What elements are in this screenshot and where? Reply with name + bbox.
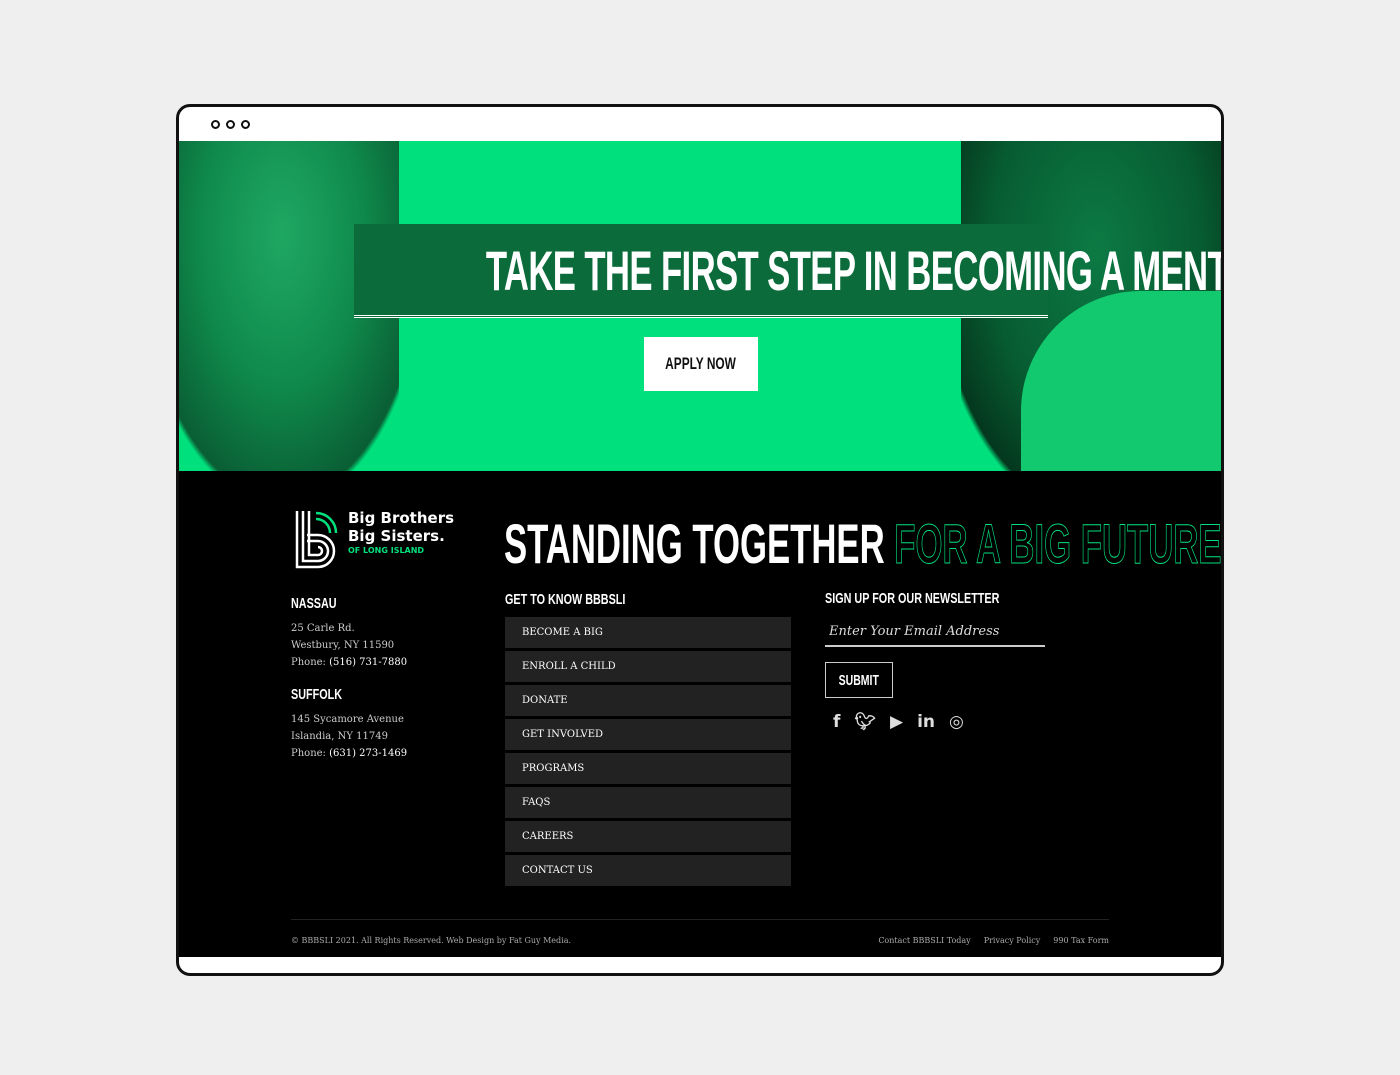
brand-line3: OF LONG ISLAND — [348, 546, 425, 555]
nav-programs[interactable]: PROGRAMS — [505, 753, 791, 784]
nav-title: GET TO KNOW BBBSLI — [505, 591, 626, 608]
location-street: 145 Sycamore Avenue — [291, 714, 404, 725]
headline-green: FOR A BIG FUTURE — [894, 512, 1222, 576]
window-dot[interactable] — [241, 120, 250, 129]
location-city: Westbury, NY 11590 — [291, 640, 395, 651]
bottom-links: Contact BBBSLI Today Privacy Policy 990 … — [878, 936, 1109, 945]
facebook-icon[interactable]: f — [833, 712, 840, 732]
footer-headline: STANDING TOGETHER FOR A BIG FUTURE — [504, 511, 1222, 576]
window-dot[interactable] — [226, 120, 235, 129]
email-input[interactable] — [825, 617, 1045, 647]
location-name: SUFFOLK — [291, 686, 342, 703]
browser-window: TAKE THE FIRST STEP IN BECOMING A MENTOR… — [176, 104, 1224, 976]
submit-button[interactable]: SUBMIT — [825, 662, 893, 698]
headline-white: STANDING TOGETHER — [504, 512, 885, 575]
tax-form-link[interactable]: 990 Tax Form — [1053, 936, 1109, 945]
newsletter-title: SIGN UP FOR OUR NEWSLETTER — [825, 590, 1000, 607]
brand-line1: Big Brothers — [348, 509, 455, 527]
window-dot[interactable] — [211, 120, 220, 129]
window-controls — [211, 120, 250, 129]
linkedin-icon[interactable]: in — [917, 712, 935, 732]
location-name: NASSAU — [291, 595, 337, 612]
location-nassau: NASSAU 25 Carle Rd. Westbury, NY 11590 P… — [291, 595, 407, 671]
submit-label: SUBMIT — [838, 671, 880, 689]
location-street: 25 Carle Rd. — [291, 623, 355, 634]
phone-link[interactable]: (631) 273-1469 — [329, 748, 407, 759]
twitter-icon[interactable]: 🐦︎ — [854, 712, 876, 732]
brand-line2: Big Sisters. — [348, 527, 445, 545]
copyright: © BBBSLI 2021. All Rights Reserved. Web … — [291, 936, 571, 945]
hero-title-box: TAKE THE FIRST STEP IN BECOMING A MENTOR — [354, 224, 1221, 318]
nav-become-a-big[interactable]: BECOME A BIG — [505, 617, 791, 648]
social-links: f 🐦︎ ▶ in ◎ — [833, 712, 1067, 732]
footer-divider — [291, 919, 1109, 920]
nav-contact-us[interactable]: CONTACT US — [505, 855, 791, 886]
youtube-icon[interactable]: ▶ — [890, 712, 903, 732]
instagram-icon[interactable]: ◎ — [949, 712, 964, 732]
location-suffolk: SUFFOLK 145 Sycamore Avenue Islandia, NY… — [291, 686, 407, 762]
nav-donate[interactable]: DONATE — [505, 685, 791, 716]
footer-nav: BECOME A BIG ENROLL A CHILD DONATE GET I… — [505, 617, 791, 889]
nav-enroll-a-child[interactable]: ENROLL A CHILD — [505, 651, 791, 682]
hero-title: TAKE THE FIRST STEP IN BECOMING A MENTOR — [485, 239, 1221, 302]
hero-banner: TAKE THE FIRST STEP IN BECOMING A MENTOR… — [179, 141, 1221, 471]
location-city: Islandia, NY 11749 — [291, 731, 388, 742]
logo-mark-icon — [295, 511, 338, 569]
contact-link[interactable]: Contact BBBSLI Today — [878, 936, 970, 945]
phone-label: Phone: — [291, 657, 326, 668]
apply-now-button[interactable]: APPLY NOW — [644, 337, 758, 391]
newsletter: SIGN UP FOR OUR NEWSLETTER SUBMIT f 🐦︎ ▶… — [825, 588, 1067, 732]
logo[interactable]: Big Brothers Big Sisters. OF LONG ISLAND — [294, 509, 454, 569]
phone-link[interactable]: (516) 731-7880 — [329, 657, 407, 668]
nav-faqs[interactable]: FAQS — [505, 787, 791, 818]
footer: Big Brothers Big Sisters. OF LONG ISLAND S… — [179, 471, 1221, 957]
apply-label: APPLY NOW — [665, 354, 737, 373]
privacy-link[interactable]: Privacy Policy — [984, 936, 1041, 945]
nav-careers[interactable]: CAREERS — [505, 821, 791, 852]
nav-get-involved[interactable]: GET INVOLVED — [505, 719, 791, 750]
phone-label: Phone: — [291, 748, 326, 759]
